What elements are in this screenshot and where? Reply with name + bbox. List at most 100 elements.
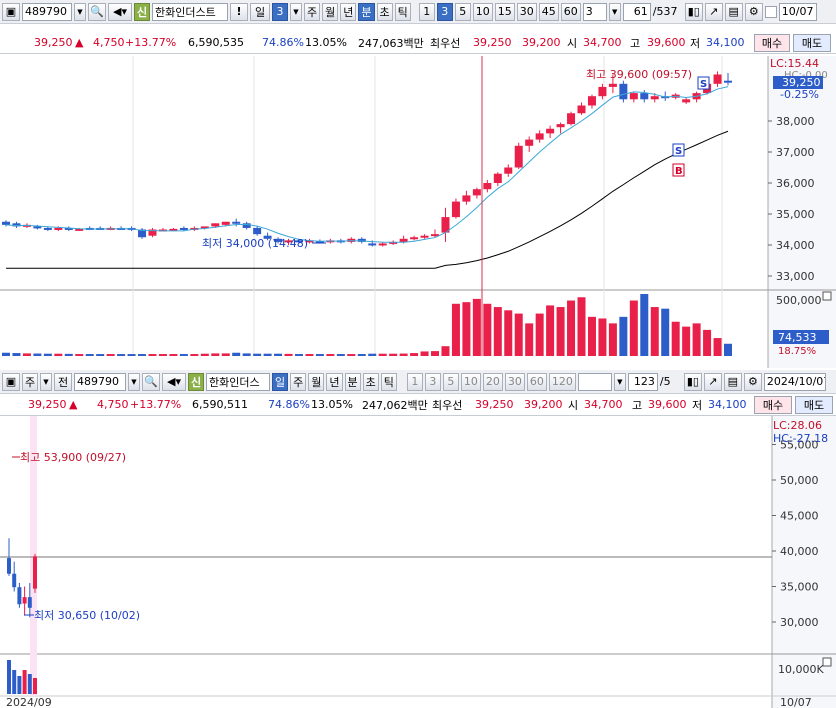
top-candle — [462, 195, 471, 202]
stock-name-field-bottom[interactable]: 한화인더스 — [206, 372, 270, 391]
tab-month[interactable]: 월 — [322, 2, 339, 21]
tab-second-bottom[interactable]: 초 — [362, 372, 379, 391]
stock-name-text: 한화인더스트 — [155, 5, 216, 19]
stock-name-field[interactable]: 한화인더스트 — [152, 2, 228, 21]
buy-button[interactable]: 매수 — [754, 34, 790, 52]
interval-1[interactable]: 1 — [418, 2, 435, 21]
interval-5-bottom[interactable]: 5 — [442, 372, 459, 391]
collapse-icon[interactable] — [822, 291, 832, 301]
save-icon-bottom[interactable]: ▤ — [723, 372, 742, 391]
top-quote-bar: 39,250 ▲ 4,750 +13.77% 6,590,535 74.86% … — [0, 32, 836, 54]
top-volume-bar — [504, 310, 513, 356]
stock-type-dropdown[interactable]: ▼ — [40, 372, 52, 391]
open-price: 34,700 — [583, 36, 622, 49]
tab-day[interactable]: 일 — [272, 372, 289, 391]
interval-5[interactable]: 5 — [454, 2, 471, 21]
stock-code-dropdown[interactable]: ▼ — [74, 2, 86, 21]
sell-button-bottom[interactable]: 매도 — [795, 396, 833, 414]
gear-icon-bottom[interactable]: ⚙ — [743, 372, 762, 391]
date-checkbox[interactable] — [764, 5, 777, 18]
top-ytick-label: 33,000 — [776, 270, 815, 283]
tab-year-bottom[interactable]: 년 — [326, 372, 343, 391]
period-label[interactable]: 일 — [250, 2, 270, 21]
window-icon[interactable]: ▣ — [2, 2, 20, 21]
tab-week-bottom[interactable]: 주 — [290, 372, 307, 391]
speaker-icon-bottom[interactable]: ◀▾ — [162, 372, 186, 391]
tab-minute-bottom[interactable]: 분 — [344, 372, 361, 391]
sell-signal-text-2: S — [700, 79, 707, 90]
interval-3[interactable]: 3 — [436, 2, 453, 21]
date-input[interactable]: 10/07 — [778, 2, 817, 21]
top-lc-label: LC:15.44 — [770, 57, 819, 70]
top-ytick-label: 34,000 — [776, 239, 815, 252]
interval-10[interactable]: 10 — [472, 2, 493, 21]
speaker-icon[interactable]: ◀▾ — [108, 2, 132, 21]
draw-tool-icon-bottom[interactable]: ↗ — [703, 372, 722, 391]
interval-dropdown-bottom[interactable]: ▼ — [613, 372, 626, 391]
buy-button-bottom[interactable]: 매수 — [754, 396, 792, 414]
interval-60[interactable]: 60 — [560, 2, 581, 21]
interval-input[interactable]: 3 — [582, 2, 607, 21]
interval-30-bottom[interactable]: 30 — [504, 372, 525, 391]
alert-button[interactable]: ! — [230, 2, 248, 21]
collapse-icon-bottom[interactable] — [822, 657, 832, 667]
period-value[interactable]: 3 — [272, 2, 288, 21]
period-dropdown[interactable]: ▼ — [290, 2, 302, 21]
interval-3-bottom[interactable]: 3 — [424, 372, 441, 391]
save-icon[interactable]: ▤ — [724, 2, 743, 21]
interval-input-bottom[interactable] — [577, 372, 612, 391]
interval-20-bottom[interactable]: 20 — [482, 372, 503, 391]
open-label: 시 — [567, 36, 578, 50]
stock-code-input[interactable]: 489790 — [22, 2, 72, 21]
stock-code-input-bottom[interactable]: 489790 — [74, 372, 126, 391]
interval-15[interactable]: 15 — [494, 2, 515, 21]
top-volume-bar — [138, 354, 147, 356]
top-volume-bar — [629, 300, 638, 356]
tab-tick[interactable]: 틱 — [394, 2, 411, 21]
draw-tool-icon[interactable]: ↗ — [704, 2, 723, 21]
bottom-candle — [17, 587, 22, 605]
top-volume-bar — [587, 316, 596, 356]
tab-second[interactable]: 초 — [376, 2, 393, 21]
top-volume-bar — [462, 302, 471, 356]
tab-year[interactable]: 년 — [340, 2, 357, 21]
best-ask-bottom: 39,250 — [475, 398, 514, 411]
stock-code-dropdown-bottom[interactable]: ▼ — [128, 372, 140, 391]
interval-45[interactable]: 45 — [538, 2, 559, 21]
top-volume-tag-text: 74,533 — [778, 331, 817, 344]
top-candle — [399, 238, 408, 242]
sell-button[interactable]: 매도 — [793, 34, 831, 52]
interval-10-bottom[interactable]: 10 — [460, 372, 481, 391]
interval-120-bottom[interactable]: 120 — [548, 372, 576, 391]
candle-style-icon-bottom[interactable]: ▮▯ — [683, 372, 702, 391]
tab-minute[interactable]: 분 — [358, 2, 375, 21]
tab-week[interactable]: 주 — [304, 2, 321, 21]
top-volume-bar — [399, 353, 408, 356]
tab-tick-bottom[interactable]: 틱 — [380, 372, 397, 391]
top-volume-bar — [472, 298, 481, 356]
open-price-bottom: 34,700 — [584, 398, 623, 411]
page-count-input-bottom[interactable]: 123 — [627, 372, 658, 391]
interval-30[interactable]: 30 — [516, 2, 537, 21]
bottom-daily-chart[interactable]: 55,00050,00045,00040,00035,00030,000 최고 … — [0, 416, 836, 708]
page-count-input[interactable]: 61 — [622, 2, 651, 21]
search-icon-bottom[interactable]: 🔍 — [142, 372, 160, 391]
top-volume-bar — [703, 329, 712, 356]
interval-60-bottom[interactable]: 60 — [526, 372, 547, 391]
candle-style-icon[interactable]: ▮▯ — [684, 2, 703, 21]
top-candle — [179, 227, 188, 230]
interval-dropdown[interactable]: ▼ — [608, 2, 621, 21]
search-icon[interactable]: 🔍 — [88, 2, 106, 21]
top-volume-bar — [441, 346, 450, 356]
top-ytick-label: 36,000 — [776, 177, 815, 190]
tab-month-bottom[interactable]: 월 — [308, 372, 325, 391]
stock-type-selector[interactable]: 주 — [22, 372, 38, 391]
interval-1-bottom[interactable]: 1 — [406, 372, 423, 391]
gear-icon[interactable]: ⚙ — [744, 2, 763, 21]
top-volume-bar — [619, 316, 628, 356]
top-volume-bar — [148, 354, 157, 356]
window-icon-bottom[interactable]: ▣ — [2, 372, 20, 391]
date-input-bottom[interactable]: 2024/10/07 — [763, 372, 826, 391]
top-minute-chart[interactable]: 38,000 37,000 36,000 35,000 34,000 33,000 최고 … — [0, 56, 836, 368]
prev-button[interactable]: 전 — [54, 372, 72, 391]
